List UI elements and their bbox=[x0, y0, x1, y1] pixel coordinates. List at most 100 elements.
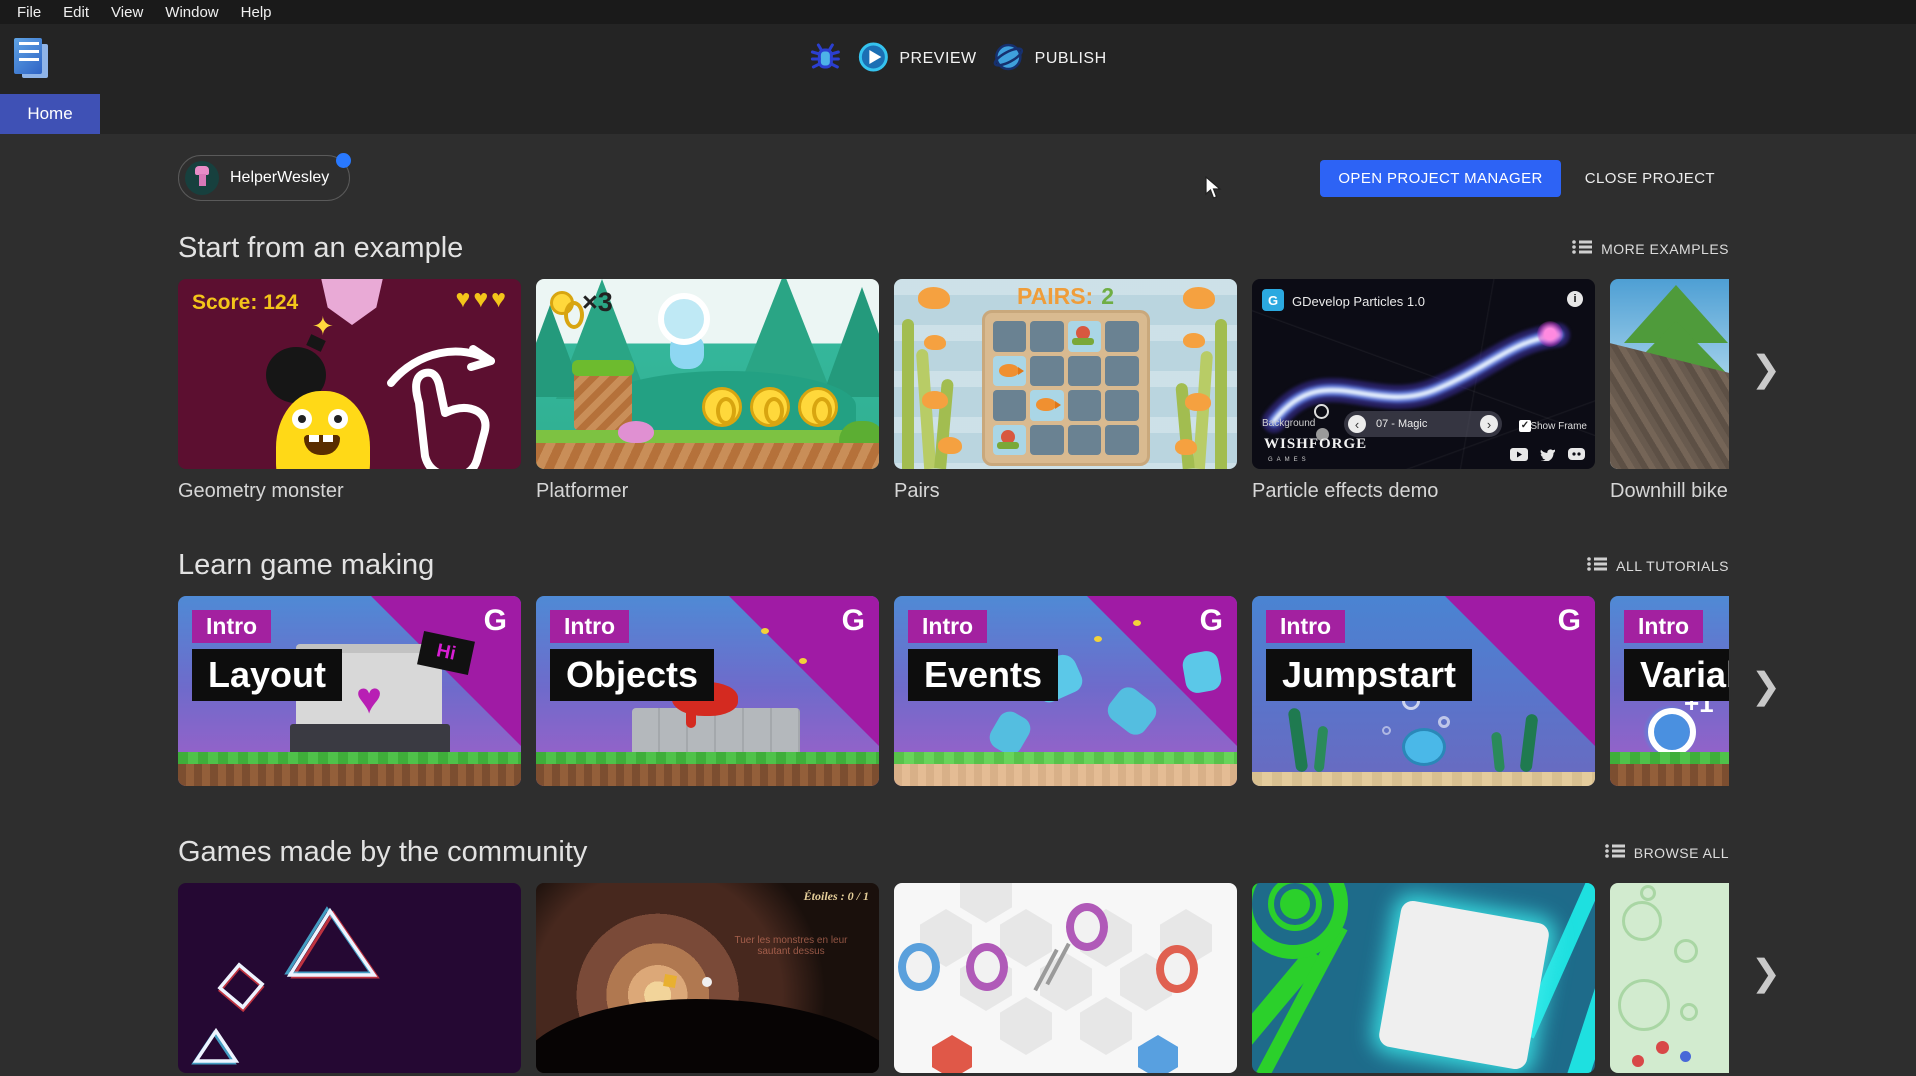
avatar bbox=[185, 161, 219, 195]
example-card-downhill-bike: G Downhill bike bbox=[1610, 279, 1729, 503]
tile bbox=[1068, 390, 1102, 421]
tutorial-title: Variables bbox=[1624, 649, 1729, 701]
fish bbox=[938, 437, 962, 454]
gdevelop-g-logo: G bbox=[484, 604, 507, 638]
fly bbox=[761, 628, 769, 634]
hint-text: Tuer les monstres en leur sautant dessus bbox=[729, 935, 853, 957]
tab-bar: Home bbox=[0, 94, 1916, 134]
all-tutorials-link[interactable]: ALL TUTORIALS bbox=[1587, 556, 1729, 575]
gdevelop-g-logo: G bbox=[1200, 604, 1223, 638]
ground-strip bbox=[536, 752, 879, 786]
tutorials-next-arrow[interactable]: ❯ bbox=[1751, 668, 1781, 704]
browse-all-label: BROWSE ALL bbox=[1634, 845, 1729, 861]
menu-window[interactable]: Window bbox=[154, 2, 229, 23]
open-project-manager-button[interactable]: OPEN PROJECT MANAGER bbox=[1320, 160, 1560, 197]
list-icon bbox=[1572, 239, 1592, 258]
tile bbox=[993, 321, 1027, 352]
particle-demo-thumbnail[interactable]: G GDevelop Particles 1.0 i Background ‹ … bbox=[1252, 279, 1595, 469]
downhill-bike-thumbnail[interactable]: G bbox=[1610, 279, 1729, 469]
layout-tutorial-thumbnail[interactable]: G ♥ Hi Intro Layout bbox=[178, 596, 521, 786]
user-chip[interactable]: HelperWesley bbox=[178, 155, 350, 201]
community-next-arrow[interactable]: ❯ bbox=[1751, 955, 1781, 991]
geometry-monster-thumbnail[interactable]: Score: 124 ♥♥♥ ✦ bbox=[178, 279, 521, 469]
card-label[interactable]: Pairs bbox=[894, 480, 1237, 503]
tutorial-card-jumpstart: G Intro Jumpstart bbox=[1252, 596, 1595, 786]
tutorial-card-events: G Intro Events bbox=[894, 596, 1237, 786]
example-card-particle-effects: G GDevelop Particles 1.0 i Background ‹ … bbox=[1252, 279, 1595, 503]
purple-ring bbox=[966, 943, 1008, 991]
red-piece bbox=[932, 1035, 972, 1073]
menu-view[interactable]: View bbox=[100, 2, 154, 23]
tile-snail bbox=[1068, 321, 1102, 352]
play-icon bbox=[857, 41, 889, 78]
green-dot bbox=[1280, 889, 1310, 919]
tile bbox=[1068, 356, 1102, 387]
neon-game-thumbnail[interactable] bbox=[178, 883, 521, 1073]
card-label[interactable]: Particle effects demo bbox=[1252, 480, 1595, 503]
menu-file[interactable]: File bbox=[6, 2, 52, 23]
list-icon bbox=[1605, 843, 1625, 862]
fly bbox=[1094, 636, 1102, 642]
discord-icon bbox=[1568, 448, 1585, 461]
browse-all-link[interactable]: BROWSE ALL bbox=[1605, 843, 1729, 862]
debug-icon[interactable] bbox=[809, 41, 841, 78]
examples-next-arrow[interactable]: ❯ bbox=[1751, 351, 1781, 387]
tutorials-row: G ♥ Hi Intro Layout G bbox=[178, 596, 1729, 786]
dirt-block bbox=[574, 372, 632, 430]
hearts-icon: ♥♥♥ bbox=[455, 285, 509, 314]
project-actions: OPEN PROJECT MANAGER CLOSE PROJECT bbox=[1320, 160, 1729, 197]
coin bbox=[750, 387, 790, 427]
objects-tutorial-thumbnail[interactable]: G Intro Objects bbox=[536, 596, 879, 786]
hexagon-game-thumbnail[interactable] bbox=[894, 883, 1237, 1073]
menu-edit[interactable]: Edit bbox=[52, 2, 100, 23]
preset-slider: ‹ 07 - Magic › bbox=[1344, 411, 1502, 437]
ground-strip bbox=[178, 752, 521, 786]
tutorial-card-variables: G +1 Intro Variables bbox=[1610, 596, 1729, 786]
menu-bar: File Edit View Window Help bbox=[0, 0, 1916, 24]
fish bbox=[924, 335, 946, 350]
card-label[interactable]: Platformer bbox=[536, 480, 879, 503]
puffer-fish bbox=[1402, 728, 1446, 766]
intro-badge: Intro bbox=[1266, 610, 1345, 643]
pairs-thumbnail[interactable]: PAIRS:2 bbox=[894, 279, 1237, 469]
variables-tutorial-thumbnail[interactable]: G +1 Intro Variables bbox=[1610, 596, 1729, 786]
teal-game-thumbnail[interactable] bbox=[1252, 883, 1595, 1073]
more-examples-link[interactable]: MORE EXAMPLES bbox=[1572, 239, 1729, 258]
community-card-neon bbox=[178, 883, 521, 1073]
fish bbox=[922, 391, 948, 409]
home-content: HelperWesley OPEN PROJECT MANAGER CLOSE … bbox=[0, 134, 1916, 1076]
tutorials-section-header: Learn game making ALL TUTORIALS bbox=[178, 549, 1729, 582]
seaweed bbox=[1314, 726, 1329, 773]
community-title: Games made by the community bbox=[178, 836, 587, 869]
preview-button[interactable]: PREVIEW bbox=[857, 41, 976, 78]
close-project-button[interactable]: CLOSE PROJECT bbox=[1571, 160, 1729, 197]
gdevelop-g-logo: G bbox=[1558, 604, 1581, 638]
card-label[interactable]: Downhill bike bbox=[1610, 480, 1729, 503]
sunset-game-thumbnail[interactable]: Étoiles : 0 / 1 Tuer les monstres en leu… bbox=[536, 883, 879, 1073]
tile bbox=[1105, 321, 1139, 352]
intro-badge: Intro bbox=[1624, 610, 1703, 643]
flag bbox=[663, 974, 677, 988]
publish-button[interactable]: PUBLISH bbox=[993, 41, 1107, 78]
example-card-pairs: PAIRS:2 bbox=[894, 279, 1237, 503]
swipe-hand-icon bbox=[383, 331, 511, 469]
jumpstart-tutorial-thumbnail[interactable]: G Intro Jumpstart bbox=[1252, 596, 1595, 786]
bubbles-game-thumbnail[interactable] bbox=[1610, 883, 1729, 1073]
examples-row: Score: 124 ♥♥♥ ✦ bbox=[178, 279, 1729, 503]
card-label[interactable]: Geometry monster bbox=[178, 480, 521, 503]
menu-help[interactable]: Help bbox=[230, 2, 283, 23]
events-tutorial-thumbnail[interactable]: G Intro Events bbox=[894, 596, 1237, 786]
dirt-strip bbox=[536, 443, 879, 469]
platformer-thumbnail[interactable]: ×3 bbox=[536, 279, 879, 469]
pairs-board bbox=[982, 310, 1150, 466]
tab-home[interactable]: Home bbox=[0, 94, 100, 134]
score-text: Score: 124 bbox=[192, 291, 298, 315]
background-label: Background bbox=[1262, 418, 1315, 429]
stars-counter: Étoiles : 0 / 1 bbox=[804, 889, 869, 904]
coin-count: ×3 bbox=[582, 287, 613, 318]
tile bbox=[1030, 425, 1064, 456]
more-examples-label: MORE EXAMPLES bbox=[1601, 241, 1729, 257]
all-tutorials-label: ALL TUTORIALS bbox=[1616, 558, 1729, 574]
red-cell bbox=[1632, 1055, 1644, 1067]
gdevelop-logo-icon bbox=[12, 38, 52, 82]
